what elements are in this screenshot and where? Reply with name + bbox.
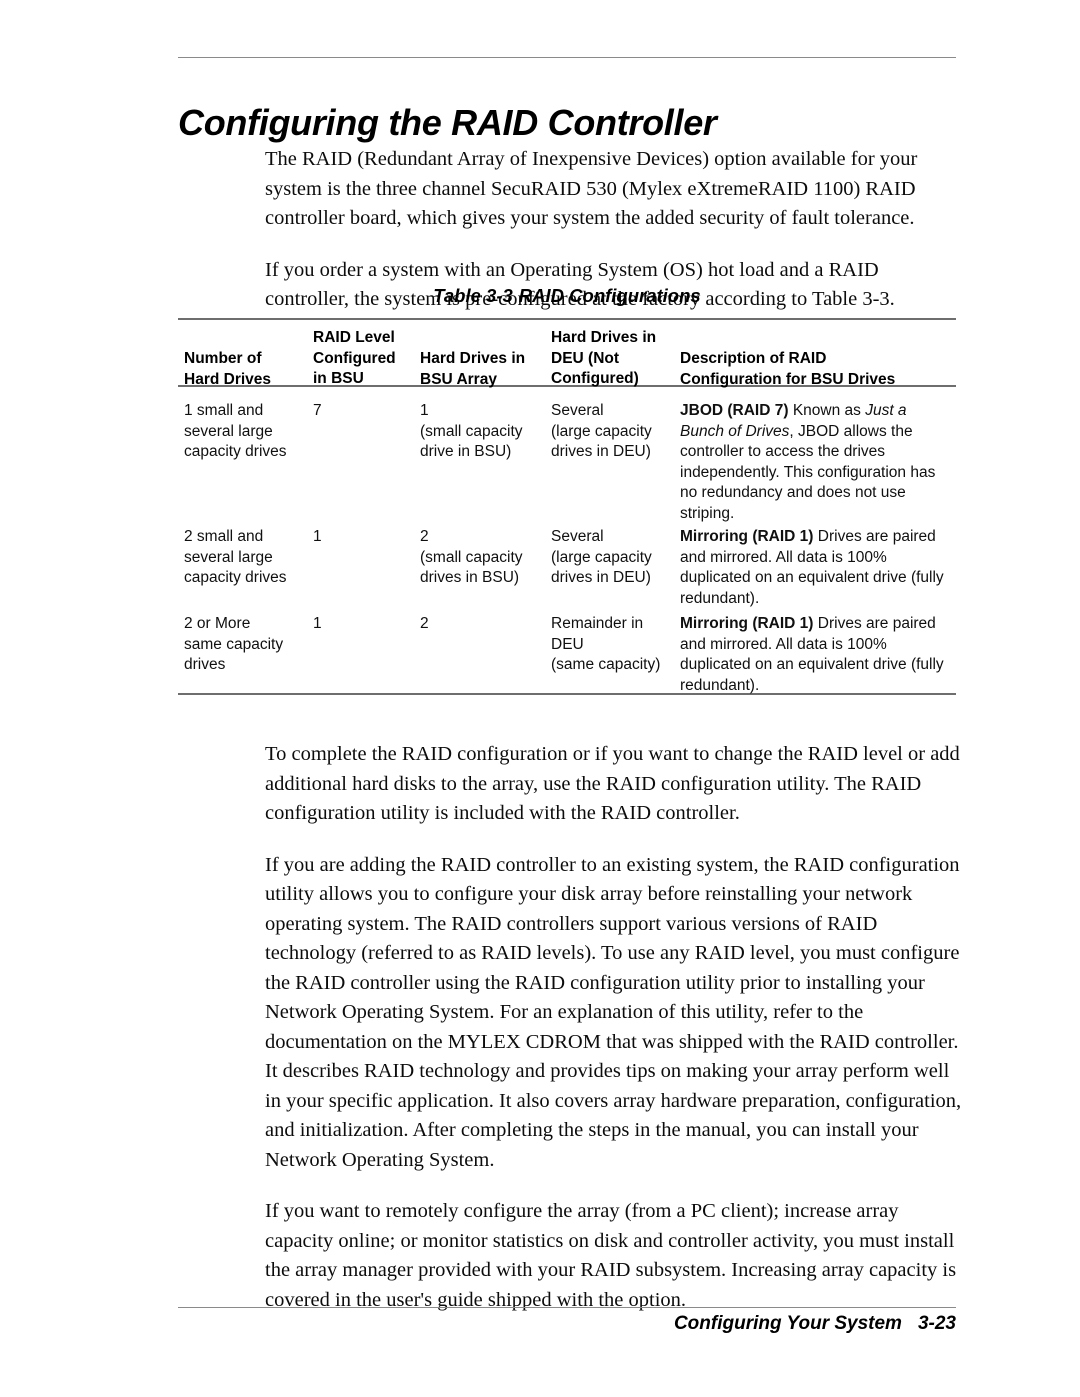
cell-description-of-raid: Mirroring (RAID 1) Drives are paired and… [680,527,952,609]
table-caption-number: Table 3-3 [433,285,513,306]
cell-raid-level-in-bsu: 7 [313,402,322,419]
paragraph: If you are adding the RAID controller to… [265,853,962,1171]
description-lead: Mirroring (RAID 1) [680,615,814,632]
footer-rule [178,1307,956,1308]
description-lead: Mirroring (RAID 1) [680,528,814,545]
cell-hard-drives-in-deu: Several (large capacity drives in DEU) [551,402,652,460]
cell-raid-level-in-bsu: 1 [313,615,322,632]
table-header-row: Number of Hard Drives RAID Level Configu… [178,328,956,388]
column-header-number-of-hard-drives: Number of Hard Drives [184,350,272,388]
footer-page-number: 3-23 [917,1313,956,1334]
raid-configurations-table: Number of Hard Drives RAID Level Configu… [178,318,956,698]
cell-number-of-hard-drives: 1 small and several large capacity drive… [184,402,287,460]
document-page: Configuring the RAID Controller The RAID… [0,0,1080,1397]
cell-hard-drives-in-bsu-array: 2 (small capacity drives in BSU) [420,528,523,586]
description-lead: JBOD (RAID 7) [680,402,789,419]
paragraph: The RAID (Redundant Array of Inexpensive… [265,148,918,229]
column-header-hard-drives-in-bsu-array: Hard Drives in BSU Array [420,350,526,388]
paragraph: If you want to remotely configure the ar… [265,1200,957,1311]
page-title: Configuring the RAID Controller [178,102,717,144]
cell-raid-level-in-bsu: 1 [313,528,322,545]
header-rule [178,57,956,58]
cell-hard-drives-in-deu: Several (large capacity drives in DEU) [551,528,652,586]
cell-number-of-hard-drives: 2 small and several large capacity drive… [184,528,287,586]
cell-description-of-raid: JBOD (RAID 7) Known as Just a Bunch of D… [680,401,952,524]
cell-hard-drives-in-bsu-array: 1 (small capacity drive in BSU) [420,402,523,460]
cell-description-of-raid: Mirroring (RAID 1) Drives are paired and… [680,614,952,696]
footer-section-title: Configuring Your System [673,1313,902,1334]
cell-hard-drives-in-bsu-array: 2 [420,615,429,632]
column-header-hard-drives-in-deu: Hard Drives in DEU (Not Configured) [551,329,657,387]
cell-hard-drives-in-deu: Remainder in DEU (same capacity) [551,615,661,673]
page-footer: Configuring Your System 3-23 [178,1313,956,1335]
table-row: 2 or More same capacity drives 1 2 Remai… [178,614,956,719]
table-caption-title: RAID Configurations [518,285,701,306]
table-caption: Table 3-3 RAID Configurations [178,285,956,307]
body-paragraph-block: To complete the RAID configuration or if… [265,740,965,1315]
table-row: 1 small and several large capacity drive… [178,401,956,531]
table-top-rule [178,318,956,320]
cell-number-of-hard-drives: 2 or More same capacity drives [184,615,284,673]
column-header-raid-level-configured-in-bsu: RAID Level Configured in BSU [313,329,396,387]
paragraph: To complete the RAID configuration or if… [265,743,960,824]
column-header-description-of-raid: Description of RAID Configuration for BS… [680,350,896,388]
description-mid: Known as [788,402,866,419]
